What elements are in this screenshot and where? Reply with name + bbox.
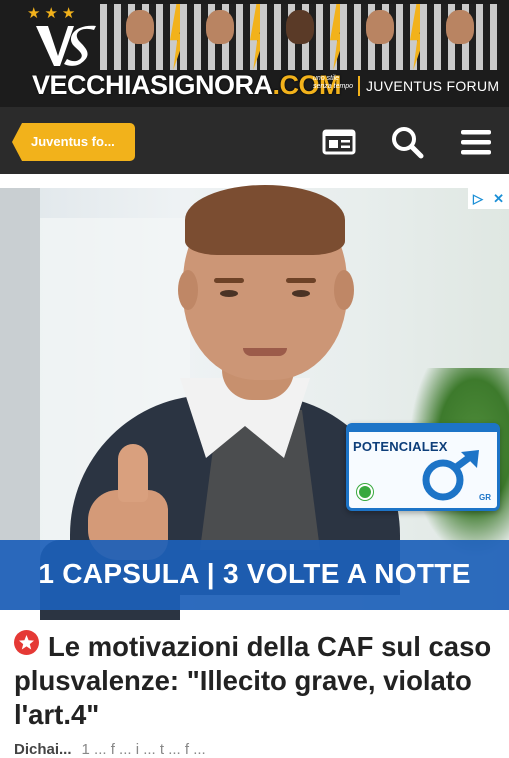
ad-person-hair xyxy=(185,185,345,255)
player-image xyxy=(260,4,340,70)
ad-person-mouth xyxy=(243,348,287,356)
product-badge-icon xyxy=(357,484,373,500)
stars: ★ ★ ★ xyxy=(27,6,75,21)
thumbs-up-icon xyxy=(118,444,148,502)
news-icon[interactable] xyxy=(322,125,356,159)
ad-person-ear xyxy=(178,270,198,310)
site-header-banner[interactable]: ★ ★ ★ VECCHIASIGNORA.COM uno stile senza… xyxy=(0,0,509,107)
player-image xyxy=(340,4,420,70)
ad-info-icon[interactable]: ▷ xyxy=(473,192,483,205)
player-image xyxy=(420,4,500,70)
site-logo-text[interactable]: VECCHIASIGNORA.COM xyxy=(32,70,342,101)
product-code: GR xyxy=(479,493,491,502)
ad-close-icon[interactable]: ✕ xyxy=(493,192,504,205)
forum-dropdown-button[interactable]: Juventus fo... xyxy=(12,123,135,161)
logo-name: VECCHIASIGNORA xyxy=(32,70,273,100)
star-icon: ★ xyxy=(61,5,76,22)
player-image xyxy=(100,4,180,70)
menu-icon[interactable] xyxy=(459,125,493,159)
ad-person-eye xyxy=(220,290,238,297)
ad-slogan: 1 CAPSULA | 3 VOLTE A NOTTE xyxy=(38,558,471,589)
tagline: uno stile senza tempo xyxy=(313,75,354,90)
ad-person-brow xyxy=(214,278,244,283)
forum-label: JUVENTUS FORUM xyxy=(358,76,506,96)
ad-person-brow xyxy=(286,278,316,283)
ad-product-box: POTENCIALEX GR xyxy=(346,423,500,511)
ad-choices-button[interactable]: ▷ ✕ xyxy=(468,188,509,209)
article-title-text: Le motivazioni della CAF sul caso plusva… xyxy=(14,631,492,730)
search-icon[interactable] xyxy=(390,125,424,159)
player-image xyxy=(180,4,260,70)
ad-person-eye xyxy=(292,290,310,297)
star-icon: ★ xyxy=(27,5,41,22)
ad-person-ear xyxy=(334,270,354,310)
players-strip xyxy=(100,4,500,70)
nav-bar: Juventus fo... xyxy=(0,107,509,174)
star-badge-icon xyxy=(14,630,39,655)
star-icon: ★ xyxy=(44,5,58,22)
vs-logo-icon xyxy=(36,25,96,66)
article-title[interactable]: Le motivazioni della CAF sul caso plusva… xyxy=(14,630,494,732)
product-top-band xyxy=(349,426,497,432)
male-symbol-icon xyxy=(422,450,479,501)
